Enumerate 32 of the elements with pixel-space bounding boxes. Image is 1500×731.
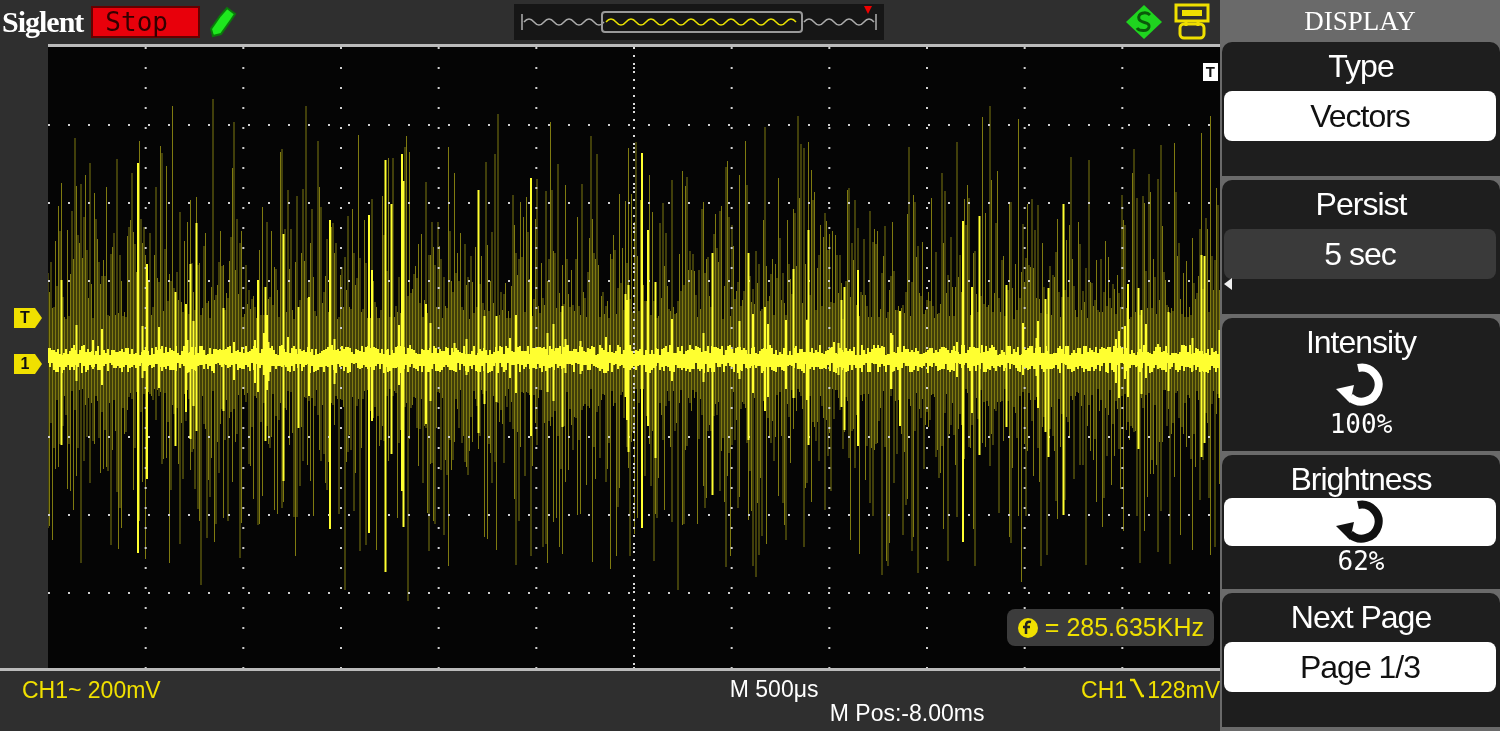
s-badge-icon xyxy=(1124,3,1164,41)
menu-value[interactable]: 5 sec xyxy=(1224,228,1496,279)
brand-logo: Siglent xyxy=(2,5,84,39)
menu-label: Type xyxy=(1328,47,1394,85)
falling-edge-icon xyxy=(1129,677,1146,699)
channel-scale: CH1~ 200mV xyxy=(21,676,162,705)
menu-item[interactable]: Next Page Page 1/3 xyxy=(1222,593,1500,727)
menu-item[interactable]: Persist 5 sec xyxy=(1222,179,1500,314)
level-marker: 1 xyxy=(14,354,42,374)
frequency-value: = 285.635KHz xyxy=(1044,613,1204,642)
menu-title: DISPLAY xyxy=(1303,5,1417,38)
knob-value: 100% xyxy=(1329,408,1393,439)
menu-value[interactable]: Page 1/3 xyxy=(1224,642,1496,693)
trigger-level: 128mV xyxy=(1147,677,1220,704)
knob-control[interactable] xyxy=(1224,498,1496,547)
menu-label: Next Page xyxy=(1290,598,1432,637)
menu-value[interactable]: Vectors xyxy=(1224,91,1496,141)
level-marker: T xyxy=(14,308,42,328)
device-icon xyxy=(1172,2,1212,42)
position-readout: M Pos:-8.00ms xyxy=(828,701,986,725)
menu-label: Intensity xyxy=(1305,322,1417,361)
connector-icon xyxy=(208,5,238,39)
menu-label: Persist xyxy=(1315,184,1407,223)
frequency-icon xyxy=(1016,616,1039,639)
menu-item[interactable]: Intensity 100% xyxy=(1222,317,1500,452)
menu-item[interactable]: Brightness 62% xyxy=(1222,455,1500,590)
menu-label: Brightness xyxy=(1290,460,1432,499)
menu-item[interactable]: Type Vectors xyxy=(1222,42,1500,176)
trigger-source: CH1 xyxy=(1081,677,1128,704)
knob-value: 62% xyxy=(1337,546,1385,577)
timebase-readout: M 500μs xyxy=(729,677,820,701)
run-status: Stop xyxy=(91,6,200,38)
